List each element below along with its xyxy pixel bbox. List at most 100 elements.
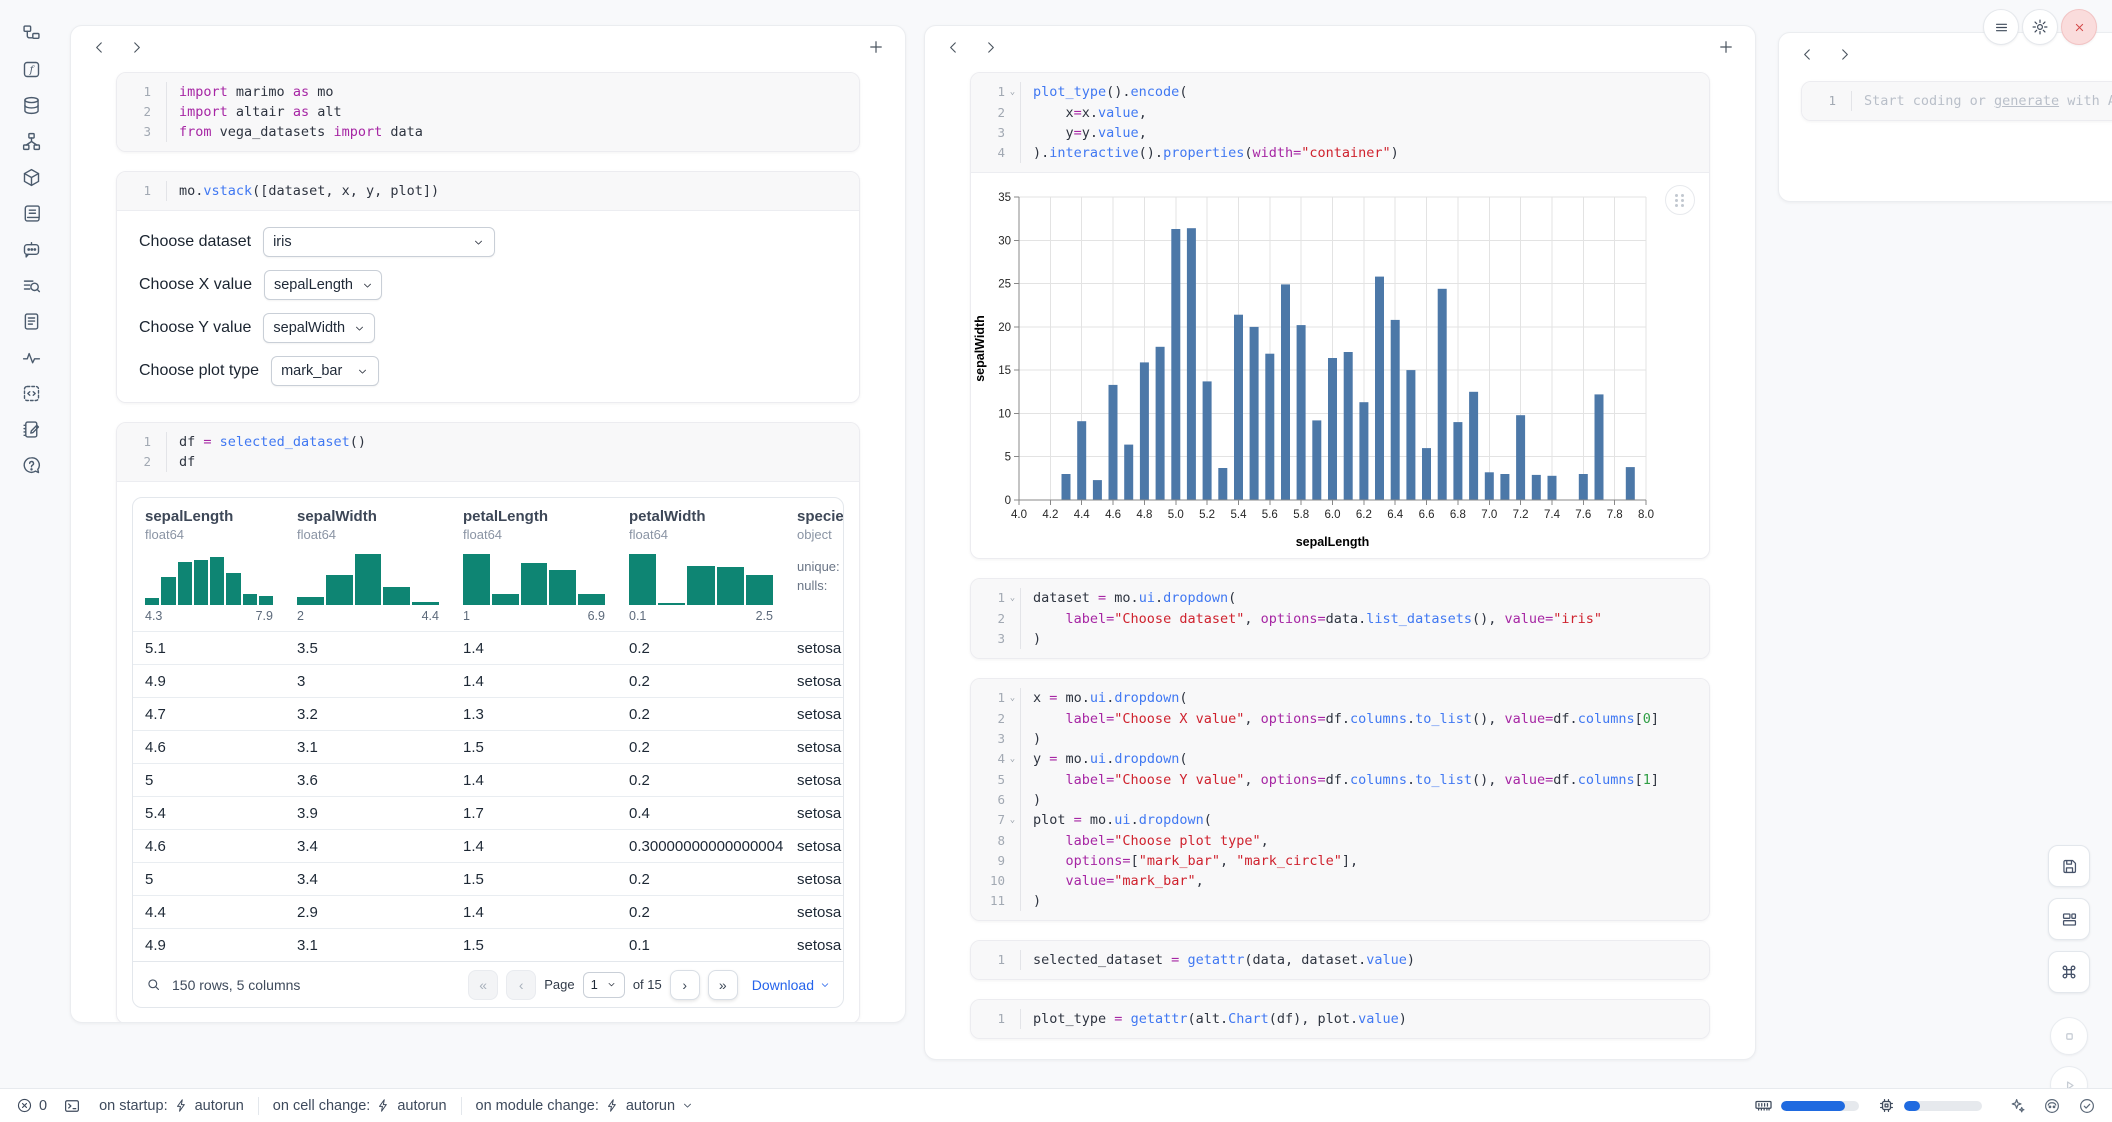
- chart-drag-handle[interactable]: [1665, 185, 1695, 215]
- fold-spacer: [1005, 709, 1020, 729]
- copilot-button[interactable]: [2043, 1097, 2061, 1115]
- collapse-left-button[interactable]: [91, 39, 108, 56]
- bar-chart[interactable]: 4.04.24.44.64.85.05.25.45.65.86.06.26.46…: [971, 173, 1709, 558]
- error-count: 0: [39, 1098, 47, 1114]
- expand-right-button[interactable]: [982, 39, 999, 56]
- table-row[interactable]: 4.63.11.50.2setosa: [133, 730, 843, 763]
- table-row[interactable]: 4.931.40.2setosa: [133, 664, 843, 697]
- table-row[interactable]: 4.63.41.40.30000000000000004setosa: [133, 829, 843, 862]
- page-dropdown[interactable]: 1: [583, 972, 625, 998]
- sidebar-snippets-button[interactable]: [19, 309, 43, 333]
- column-header-species[interactable]: speciesobjectunique:nulls:: [785, 508, 843, 631]
- runtime-config-3[interactable]: on module change:autorun: [476, 1098, 695, 1114]
- code-editor[interactable]: 1mo.vstack([dataset, x, y, plot]): [117, 172, 859, 210]
- column-header-sepalWidth[interactable]: sepalWidthfloat6424.4: [285, 508, 451, 631]
- table-row[interactable]: 53.41.50.2setosa: [133, 862, 843, 895]
- y-value-dropdown[interactable]: sepalWidth: [263, 313, 375, 343]
- code-editor[interactable]: 1⌄plot_type().encode(2 x=x.value,3 y=y.v…: [971, 73, 1709, 172]
- help-icon: [21, 455, 42, 476]
- table-row[interactable]: 5.43.91.70.4setosa: [133, 796, 843, 829]
- fold-caret-icon[interactable]: ⌄: [1005, 688, 1020, 709]
- x-value-dropdown[interactable]: sepalLength: [264, 270, 382, 300]
- expand-right-button[interactable]: [128, 39, 145, 56]
- next-page-button[interactable]: ›: [670, 970, 700, 1000]
- connection-status-button[interactable]: [2078, 1097, 2096, 1115]
- dataframe-table: sepalLengthfloat644.37.9sepalWidthfloat6…: [132, 497, 844, 1008]
- plot-type-dropdown[interactable]: mark_bar: [271, 356, 379, 386]
- sidebar-help-button[interactable]: [19, 453, 43, 477]
- keyboard-shortcuts-button[interactable]: [2048, 951, 2090, 993]
- fold-spacer: [1005, 143, 1020, 163]
- svg-text:10: 10: [998, 408, 1011, 420]
- errors-button[interactable]: 0: [16, 1097, 47, 1114]
- collapse-left-button[interactable]: [945, 39, 962, 56]
- layout-icon: [2060, 910, 2079, 929]
- sidebar-scratchpad-button[interactable]: [19, 417, 43, 441]
- table-footer: 150 rows, 5 columns«‹Page1of 15›»Downloa…: [133, 961, 843, 1007]
- sparkles-icon: [2008, 1097, 2026, 1115]
- code-editor[interactable]: 1selected_dataset = getattr(data, datase…: [971, 941, 1709, 979]
- table-row[interactable]: 53.61.40.2setosa: [133, 763, 843, 796]
- table-row[interactable]: 4.73.21.30.2setosa: [133, 697, 843, 730]
- stop-button[interactable]: [2050, 1017, 2088, 1055]
- fold-caret-icon[interactable]: ⌄: [1005, 749, 1020, 770]
- runtime-config-1[interactable]: on startup:autorun: [99, 1098, 244, 1114]
- table-row[interactable]: 4.93.11.50.1setosa: [133, 928, 843, 961]
- shutdown-button[interactable]: [2061, 9, 2097, 45]
- status-bar: 0 on startup:autorun on cell change:autor…: [0, 1088, 2112, 1122]
- table-row[interactable]: 4.42.91.40.2setosa: [133, 895, 843, 928]
- last-page-button[interactable]: »: [708, 970, 738, 1000]
- code-editor[interactable]: 1⌄x = mo.ui.dropdown(2 label="Choose X v…: [971, 679, 1709, 920]
- sidebar-datasources-button[interactable]: [19, 93, 43, 117]
- dataset-dropdown[interactable]: iris: [263, 227, 495, 257]
- prev-page-button[interactable]: ‹: [506, 970, 536, 1000]
- save-button[interactable]: [2048, 845, 2090, 887]
- fold-caret-icon[interactable]: ⌄: [1005, 588, 1020, 609]
- code-editor[interactable]: 1plot_type = getattr(alt.Chart(df), plot…: [971, 1000, 1709, 1038]
- line-number: 1: [1810, 91, 1836, 111]
- fold-spacer: [1005, 831, 1020, 851]
- line-number: 2: [979, 609, 1005, 629]
- table-row[interactable]: 5.13.51.40.2setosa: [133, 631, 843, 664]
- generate-with-ai-link[interactable]: generate: [1994, 93, 2059, 109]
- sidebar-file-explorer-button[interactable]: [19, 21, 43, 45]
- runtime-config-2[interactable]: on cell change:autorun: [273, 1098, 447, 1114]
- sidebar-functions-button[interactable]: f: [19, 57, 43, 81]
- code-editor[interactable]: 1⌄dataset = mo.ui.dropdown(2 label="Choo…: [971, 579, 1709, 658]
- cpu-usage-fill: [1904, 1101, 1920, 1111]
- chevron-left-icon: [1799, 46, 1816, 63]
- check-circle-icon: [2078, 1097, 2096, 1115]
- column-header-petalWidth[interactable]: petalWidthfloat640.12.5: [617, 508, 785, 631]
- add-cell-button[interactable]: [867, 38, 885, 56]
- panel-header: [71, 26, 905, 68]
- sidebar-outputs-button[interactable]: [19, 381, 43, 405]
- code-editor[interactable]: 1import marimo as mo2import altair as al…: [117, 73, 859, 151]
- add-cell-button[interactable]: [1717, 38, 1735, 56]
- sidebar-packages-button[interactable]: [19, 165, 43, 189]
- fold-caret-icon[interactable]: ⌄: [1005, 82, 1020, 103]
- fold-caret-icon[interactable]: ⌄: [1005, 810, 1020, 831]
- column-header-sepalLength[interactable]: sepalLengthfloat644.37.9: [133, 508, 285, 631]
- sidebar-logs-button[interactable]: [19, 273, 43, 297]
- sidebar-documentation-button[interactable]: [19, 201, 43, 225]
- search-icon[interactable]: [145, 976, 162, 993]
- settings-button[interactable]: [2022, 9, 2058, 45]
- sidebar-ai-chat-button[interactable]: [19, 237, 43, 261]
- code-editor[interactable]: 1 Start coding or generate with AI: [1802, 82, 2112, 120]
- expand-right-button[interactable]: [1836, 46, 1853, 63]
- sidebar-tracing-button[interactable]: [19, 345, 43, 369]
- chevron-down-icon: [681, 1099, 694, 1112]
- first-page-button[interactable]: «: [468, 970, 498, 1000]
- collapse-left-button[interactable]: [1799, 46, 1816, 63]
- download-button[interactable]: Download: [752, 977, 831, 993]
- svg-text:25: 25: [998, 279, 1011, 291]
- ai-sparkles-button[interactable]: [2008, 1097, 2026, 1115]
- line-number: 10: [979, 871, 1005, 891]
- layout-button[interactable]: [2048, 898, 2090, 940]
- datasources-icon: [21, 95, 42, 116]
- code-editor[interactable]: 1df = selected_dataset()2df: [117, 423, 859, 481]
- column-header-petalLength[interactable]: petalLengthfloat6416.9: [451, 508, 617, 631]
- terminal-button[interactable]: [63, 1097, 81, 1115]
- sidebar-dependency-graph-button[interactable]: [19, 129, 43, 153]
- menu-button[interactable]: [1983, 9, 2019, 45]
